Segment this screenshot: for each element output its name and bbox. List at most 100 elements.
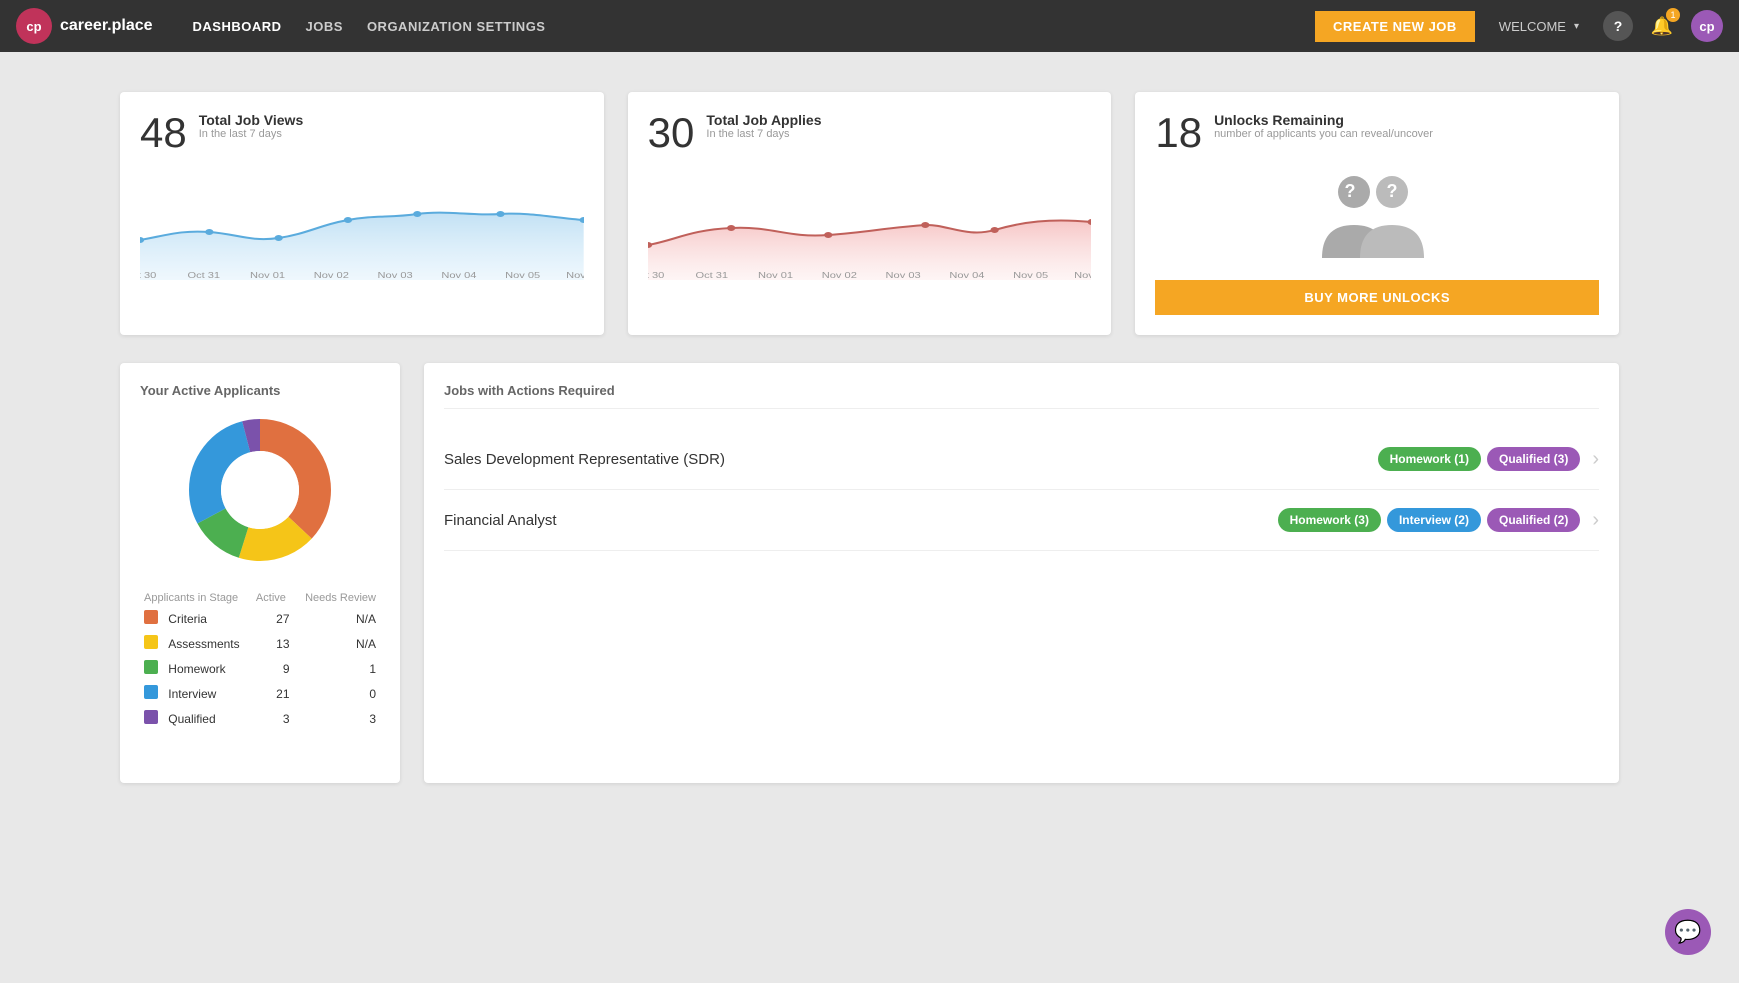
badge-green[interactable]: Homework (1): [1378, 447, 1481, 471]
job-row[interactable]: Financial Analyst Homework (3)Interview (…: [444, 490, 1599, 551]
nav-org-settings[interactable]: ORGANIZATION SETTINGS: [367, 19, 546, 34]
legend-color-dot: [140, 606, 164, 631]
legend-color-dot: [140, 681, 164, 706]
legend-color-dot: [140, 656, 164, 681]
svg-text:Oct 31: Oct 31: [187, 271, 220, 280]
legend-row: Interview 21 0: [140, 681, 380, 706]
legend-stage-header: Applicants in Stage: [140, 590, 252, 606]
badge-purple[interactable]: Qualified (2): [1487, 508, 1580, 532]
silhouettes-icon: ? ?: [1312, 170, 1442, 260]
stats-row: 48 Total Job Views In the last 7 days: [120, 92, 1619, 335]
applicants-card: Your Active Applicants: [120, 363, 400, 783]
badge-green[interactable]: Homework (3): [1278, 508, 1381, 532]
legend-review-header: Needs Review: [294, 590, 380, 606]
legend-review-value: N/A: [294, 606, 380, 631]
legend-stage-label: Criteria: [164, 606, 252, 631]
applicants-title: Your Active Applicants: [140, 383, 380, 398]
svg-text:Nov 05: Nov 05: [1013, 271, 1048, 280]
legend-review-value: 0: [294, 681, 380, 706]
legend-stage-label: Qualified: [164, 706, 252, 731]
notification-bell-icon[interactable]: 🔔 1: [1647, 11, 1677, 41]
views-chart: Oct 30 Oct 31 Nov 01 Nov 02 Nov 03 Nov 0…: [140, 170, 584, 280]
legend-row: Qualified 3 3: [140, 706, 380, 731]
views-number: 48: [140, 112, 187, 154]
buy-unlocks-button[interactable]: BUY MORE UNLOCKS: [1155, 280, 1599, 315]
legend-active-value: 3: [252, 706, 294, 731]
job-title: Sales Development Representative (SDR): [444, 451, 1366, 468]
legend-stage-label: Assessments: [164, 631, 252, 656]
legend-color-dot: [140, 631, 164, 656]
chevron-right-icon[interactable]: ›: [1592, 509, 1599, 532]
views-subtitle: In the last 7 days: [199, 128, 304, 140]
applies-subtitle: In the last 7 days: [706, 128, 821, 140]
welcome-chevron-icon[interactable]: ▾: [1574, 21, 1579, 32]
jobs-actions-card: Jobs with Actions Required Sales Develop…: [424, 363, 1619, 783]
navbar: cp career.place DASHBOARD JOBS ORGANIZAT…: [0, 0, 1739, 52]
job-title: Financial Analyst: [444, 512, 1266, 529]
svg-text:Nov 05: Nov 05: [505, 271, 540, 280]
legend-active-value: 13: [252, 631, 294, 656]
notification-badge: 1: [1666, 8, 1680, 22]
bottom-row: Your Active Applicants: [120, 363, 1619, 783]
welcome-label: WELCOME: [1499, 19, 1566, 34]
user-avatar[interactable]: cp: [1691, 10, 1723, 42]
unlocks-subtitle: number of applicants you can reveal/unco…: [1214, 128, 1433, 140]
svg-text:Nov 03: Nov 03: [378, 271, 413, 280]
unlocks-title: Unlocks Remaining: [1214, 112, 1433, 128]
legend-review-value: N/A: [294, 631, 380, 656]
logo-area[interactable]: cp career.place: [16, 8, 153, 44]
svg-text:?: ?: [1345, 181, 1356, 201]
logo-text: career.place: [60, 17, 153, 35]
svg-text:Nov 03: Nov 03: [885, 271, 920, 280]
legend-active-value: 27: [252, 606, 294, 631]
help-icon[interactable]: ?: [1603, 11, 1633, 41]
legend-row: Homework 9 1: [140, 656, 380, 681]
legend-review-value: 3: [294, 706, 380, 731]
views-title: Total Job Views: [199, 112, 304, 128]
nav-jobs[interactable]: JOBS: [306, 19, 343, 34]
logo-initials: cp: [26, 19, 41, 34]
legend-review-value: 1: [294, 656, 380, 681]
unlocks-number: 18: [1155, 112, 1202, 154]
nav-dashboard[interactable]: DASHBOARD: [193, 19, 282, 34]
svg-text:Oct 31: Oct 31: [695, 271, 728, 280]
svg-text:Nov 04: Nov 04: [949, 271, 985, 280]
main-content: 48 Total Job Views In the last 7 days: [0, 52, 1739, 823]
svg-text:Nov 02: Nov 02: [314, 271, 349, 280]
donut-chart: [140, 410, 380, 570]
create-new-job-button[interactable]: CREATE NEW JOB: [1315, 11, 1475, 42]
badge-purple[interactable]: Qualified (3): [1487, 447, 1580, 471]
welcome-area: WELCOME ▾: [1499, 19, 1579, 34]
legend-active-header: Active: [252, 590, 294, 606]
chat-bubble[interactable]: 💬: [1665, 909, 1711, 955]
badge-blue[interactable]: Interview (2): [1387, 508, 1481, 532]
legend-stage-label: Homework: [164, 656, 252, 681]
job-badges: Homework (3)Interview (2)Qualified (2): [1278, 508, 1581, 532]
applies-number: 30: [648, 112, 695, 154]
legend-table: Applicants in Stage Active Needs Review …: [140, 590, 380, 731]
applies-title: Total Job Applies: [706, 112, 821, 128]
svg-text:Nov 01: Nov 01: [250, 271, 285, 280]
legend-active-value: 9: [252, 656, 294, 681]
svg-text:Oct 30: Oct 30: [140, 271, 156, 280]
job-badges: Homework (1)Qualified (3): [1378, 447, 1581, 471]
legend-stage-label: Interview: [164, 681, 252, 706]
svg-text:Nov 02: Nov 02: [821, 271, 856, 280]
svg-text:Nov 01: Nov 01: [758, 271, 793, 280]
job-row[interactable]: Sales Development Representative (SDR) Ho…: [444, 429, 1599, 490]
svg-text:Nov 06: Nov 06: [566, 271, 584, 280]
jobs-actions-title: Jobs with Actions Required: [444, 383, 1599, 409]
legend-active-value: 21: [252, 681, 294, 706]
applies-card: 30 Total Job Applies In the last 7 days: [628, 92, 1112, 335]
chevron-right-icon[interactable]: ›: [1592, 448, 1599, 471]
jobs-list: Sales Development Representative (SDR) Ho…: [444, 429, 1599, 551]
legend-row: Assessments 13 N/A: [140, 631, 380, 656]
svg-text:Nov 04: Nov 04: [441, 271, 477, 280]
legend-color-dot: [140, 706, 164, 731]
applies-chart: Oct 30 Oct 31 Nov 01 Nov 02 Nov 03 Nov 0…: [648, 170, 1092, 280]
svg-text:Nov 06: Nov 06: [1074, 271, 1092, 280]
svg-text:?: ?: [1387, 181, 1398, 201]
logo-icon: cp: [16, 8, 52, 44]
svg-text:Oct 30: Oct 30: [648, 271, 664, 280]
legend-row: Criteria 27 N/A: [140, 606, 380, 631]
